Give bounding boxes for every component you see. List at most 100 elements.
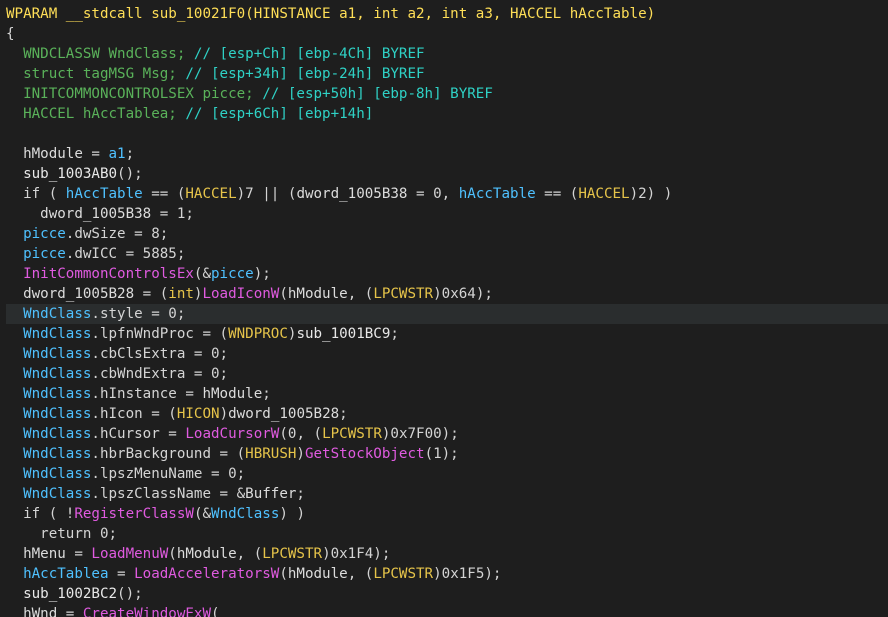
code-token[interactable]: hModule	[288, 286, 348, 302]
code-line[interactable]: WndClass.hCursor = LoadCursorW(0, (LPCWS…	[6, 424, 888, 444]
code-token[interactable]: ;	[339, 406, 348, 422]
code-token[interactable]: , (	[237, 546, 263, 562]
code-line[interactable]: hAccTablea = LoadAcceleratorsW(hModule, …	[6, 564, 888, 584]
code-token[interactable]: LoadMenuW	[91, 546, 168, 562]
code-token[interactable]: ;	[296, 486, 305, 502]
code-token[interactable]: .lpszMenuName = 0;	[91, 466, 245, 482]
code-token[interactable]: WndClass	[6, 446, 91, 462]
code-token[interactable]: )0x1F5);	[433, 566, 501, 582]
code-token[interactable]: GetStockObject	[305, 446, 425, 462]
code-token[interactable]: =	[109, 566, 135, 582]
code-token[interactable]: = 1;	[151, 206, 194, 222]
code-token[interactable]: struct tagMSG Msg;	[6, 66, 185, 82]
code-token[interactable]: WPARAM __stdcall sub_10021F0(HINSTANCE a…	[6, 6, 655, 22]
code-token[interactable]: )0x7F00);	[382, 426, 459, 442]
code-token[interactable]: )	[220, 406, 229, 422]
code-token[interactable]: =	[57, 606, 83, 617]
code-line[interactable]: dword_1005B38 = 1;	[6, 204, 888, 224]
code-line[interactable]	[6, 124, 888, 144]
code-line[interactable]: return 0;	[6, 524, 888, 544]
code-line[interactable]: {	[6, 24, 888, 44]
code-token[interactable]: (	[168, 546, 177, 562]
code-line[interactable]: if ( !RegisterClassW(&WndClass) )	[6, 504, 888, 524]
code-token[interactable]: (	[279, 286, 288, 302]
code-line[interactable]: dword_1005B28 = (int)LoadIconW(hModule, …	[6, 284, 888, 304]
code-token[interactable]: ();	[117, 166, 143, 182]
code-token[interactable]: dword_1005B38	[6, 206, 151, 222]
code-token[interactable]: CreateWindowExW	[83, 606, 211, 617]
code-token[interactable]: sub_1003AB0	[6, 166, 117, 182]
code-token[interactable]: )7 || (	[237, 186, 297, 202]
code-token[interactable]: == (	[143, 186, 185, 202]
code-token[interactable]: WndClass	[6, 486, 91, 502]
code-token[interactable]: Buffer	[245, 486, 296, 502]
code-token[interactable]: )0x1F4);	[322, 546, 390, 562]
code-token[interactable]: .cbClsExtra = 0;	[91, 346, 228, 362]
code-token[interactable]: // [esp+34h] [ebp-24h] BYREF	[185, 66, 424, 82]
code-token[interactable]: HICON	[177, 406, 220, 422]
code-token[interactable]: hModule	[288, 566, 348, 582]
code-line[interactable]: WndClass.hbrBackground = (HBRUSH)GetStoc…	[6, 444, 888, 464]
code-token[interactable]: hModule	[202, 386, 262, 402]
code-token[interactable]: , (	[348, 566, 374, 582]
code-token[interactable]: )2) )	[630, 186, 673, 202]
code-token[interactable]: INITCOMMONCONTROLSEX picce;	[6, 86, 262, 102]
code-line[interactable]: picce.dwICC = 5885;	[6, 244, 888, 264]
code-token[interactable]: (	[211, 606, 220, 617]
code-token[interactable]: ;	[262, 386, 271, 402]
code-line[interactable]: WndClass.lpszClassName = &Buffer;	[6, 484, 888, 504]
code-token[interactable]: (	[279, 566, 288, 582]
code-token[interactable]: HACCEL hAccTablea;	[6, 106, 185, 122]
code-token[interactable]: hModule	[6, 146, 83, 162]
code-line[interactable]: INITCOMMONCONTROLSEX picce; // [esp+50h]…	[6, 84, 888, 104]
code-token[interactable]: hAccTable	[66, 186, 143, 202]
code-token[interactable]: sub_1001BC9	[296, 326, 390, 342]
code-token[interactable]: hWnd	[6, 606, 57, 617]
code-line[interactable]: sub_1002BC2();	[6, 584, 888, 604]
code-token[interactable]: = 0,	[407, 186, 458, 202]
code-token[interactable]: picce	[211, 266, 254, 282]
code-token[interactable]: dword_1005B28	[6, 286, 134, 302]
code-token[interactable]: , (	[348, 286, 374, 302]
code-token[interactable]: // [esp+Ch] [ebp-4Ch] BYREF	[194, 46, 425, 62]
code-line[interactable]: WndClass.lpfnWndProc = (WNDPROC)sub_1001…	[6, 324, 888, 344]
code-line[interactable]: WPARAM __stdcall sub_10021F0(HINSTANCE a…	[6, 4, 888, 24]
code-token[interactable]: .dwSize = 8;	[66, 226, 169, 242]
code-token[interactable]: HBRUSH	[245, 446, 296, 462]
code-token[interactable]: sub_1002BC2	[6, 586, 117, 602]
code-token[interactable]: a1	[109, 146, 126, 162]
code-token[interactable]: .lpfnWndProc = (	[91, 326, 228, 342]
code-token[interactable]: .cbWndExtra = 0;	[91, 366, 228, 382]
code-line[interactable]: WNDCLASSW WndClass; // [esp+Ch] [ebp-4Ch…	[6, 44, 888, 64]
code-token[interactable]: InitCommonControlsEx	[6, 266, 194, 282]
code-token[interactable]: (1);	[425, 446, 459, 462]
code-token[interactable]: .hIcon = (	[91, 406, 176, 422]
code-line[interactable]: hWnd = CreateWindowExW(	[6, 604, 888, 617]
code-token[interactable]: .style = 0;	[91, 306, 185, 322]
code-line[interactable]: hModule = a1;	[6, 144, 888, 164]
code-token[interactable]: LoadCursorW	[185, 426, 279, 442]
code-token[interactable]: // [esp+50h] [ebp-8h] BYREF	[262, 86, 493, 102]
code-token[interactable]: .hbrBackground = (	[91, 446, 245, 462]
code-line[interactable]: if ( hAccTable == (HACCEL)7 || (dword_10…	[6, 184, 888, 204]
code-token[interactable]: (&	[194, 506, 211, 522]
code-token[interactable]: picce	[6, 246, 66, 262]
code-line[interactable]: sub_1003AB0();	[6, 164, 888, 184]
code-token[interactable]: (&	[194, 266, 211, 282]
code-token[interactable]: LoadIconW	[202, 286, 279, 302]
code-token[interactable]: return 0;	[6, 526, 117, 542]
code-token[interactable]: =	[66, 546, 92, 562]
code-token[interactable]: picce	[6, 226, 66, 242]
code-token[interactable]: WndClass	[6, 426, 91, 442]
code-line[interactable]: WndClass.cbWndExtra = 0;	[6, 364, 888, 384]
code-token[interactable]: ;	[390, 326, 399, 342]
code-token[interactable]: WNDCLASSW WndClass;	[6, 46, 194, 62]
code-line[interactable]: HACCEL hAccTablea; // [esp+6Ch] [ebp+14h…	[6, 104, 888, 124]
code-token[interactable]: WndClass	[6, 406, 91, 422]
code-token[interactable]: WndClass	[211, 506, 279, 522]
code-token[interactable]: LoadAcceleratorsW	[134, 566, 279, 582]
code-line[interactable]: struct tagMSG Msg; // [esp+34h] [ebp-24h…	[6, 64, 888, 84]
code-token[interactable]: WndClass	[6, 326, 91, 342]
code-line[interactable]: WndClass.cbClsExtra = 0;	[6, 344, 888, 364]
code-token[interactable]: dword_1005B28	[228, 406, 339, 422]
